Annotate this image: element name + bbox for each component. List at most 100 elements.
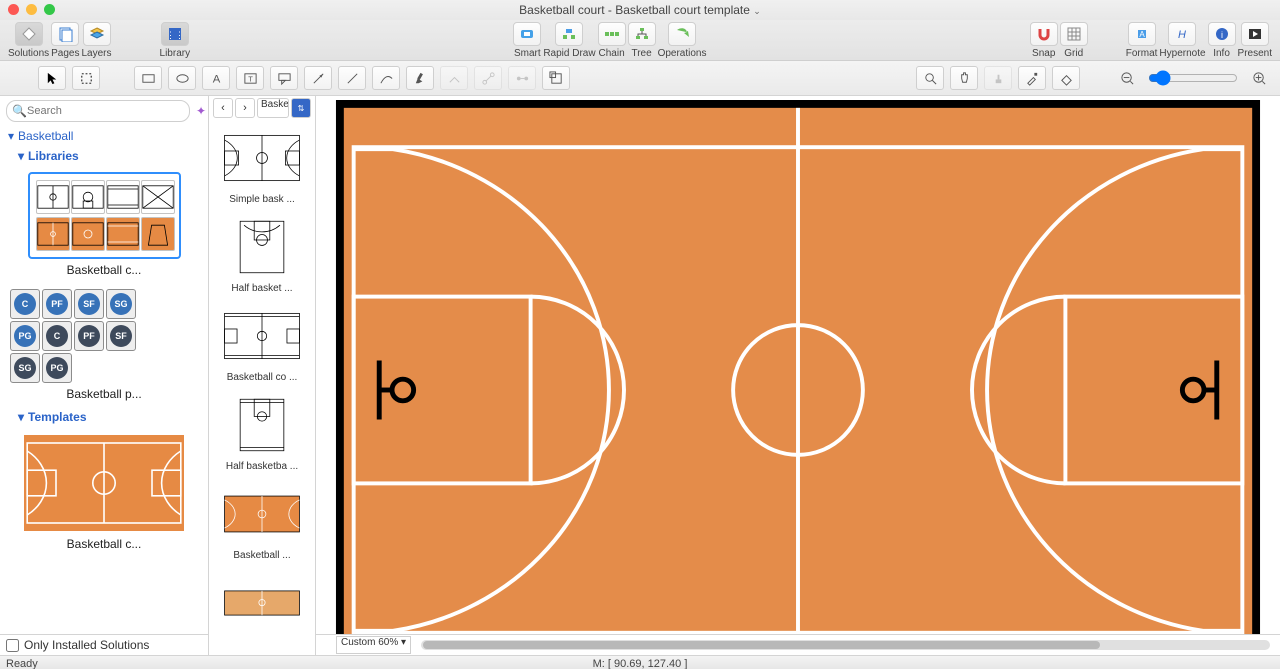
- canvas-area: Custom 60% ▾: [316, 96, 1280, 655]
- info-button[interactable]: i: [1208, 22, 1236, 46]
- library-button[interactable]: ⋮⋮: [161, 22, 189, 46]
- solutions-button[interactable]: [15, 22, 43, 46]
- snap-label: Snap: [1032, 48, 1055, 59]
- node-tool[interactable]: [508, 66, 536, 90]
- snap-button[interactable]: [1030, 22, 1058, 46]
- court-thumb: [36, 217, 70, 251]
- hypernote-button[interactable]: H: [1168, 22, 1196, 46]
- template-strip: ‹ › Basket... ⇅ Simple bask ... Half bas…: [209, 96, 316, 655]
- solutions-tree: ▾ Basketball ▾ Libraries Basketbal: [0, 126, 208, 634]
- pages-button[interactable]: [51, 22, 79, 46]
- template-item[interactable]: Simple bask ...: [213, 126, 311, 205]
- zoom-select[interactable]: Custom 60% ▾: [336, 636, 411, 654]
- present-button[interactable]: [1241, 22, 1269, 46]
- callout-tool[interactable]: [270, 66, 298, 90]
- layers-label: Layers: [82, 48, 112, 59]
- template-list[interactable]: Simple bask ... Half basket ... Basketba…: [209, 120, 315, 655]
- operations-label: Operations: [658, 48, 707, 59]
- solutions-sidebar: 🔍 ✦ ▾ Basketball ▾ Libraries: [0, 96, 209, 655]
- court-thumb: [36, 180, 70, 214]
- only-installed-checkbox[interactable]: [6, 639, 19, 652]
- nav-back-button[interactable]: ‹: [213, 98, 233, 118]
- format-button[interactable]: A: [1128, 22, 1156, 46]
- template-item[interactable]: Basketball co ...: [213, 304, 311, 383]
- stamp-tool[interactable]: [984, 66, 1012, 90]
- template-item[interactable]: Basketball ...: [213, 482, 311, 561]
- search-icon: 🔍: [12, 104, 27, 118]
- curve-tool[interactable]: [372, 66, 400, 90]
- rectangle-tool[interactable]: [134, 66, 162, 90]
- pin-icon[interactable]: ✦: [196, 104, 206, 118]
- close-icon[interactable]: [8, 4, 19, 15]
- court-thumb: [71, 180, 105, 214]
- template-court-block[interactable]: Basketball c...: [0, 427, 208, 557]
- arrow-tool[interactable]: [304, 66, 332, 90]
- pan-tool[interactable]: [950, 66, 978, 90]
- eraser-tool[interactable]: [1052, 66, 1080, 90]
- library-courts-label: Basketball c...: [10, 263, 198, 277]
- window-title[interactable]: Basketball court - Basketball court temp…: [519, 3, 761, 17]
- library-positions-block[interactable]: C PF SF SG PG C PF SF SG PG Basketball p…: [0, 283, 208, 407]
- minimize-icon[interactable]: [26, 4, 37, 15]
- tree-libraries[interactable]: ▾ Libraries: [0, 146, 208, 166]
- pen-tool[interactable]: [406, 66, 434, 90]
- canvas-viewport[interactable]: [316, 96, 1280, 634]
- search-input[interactable]: [6, 100, 190, 122]
- titlebar: Basketball court - Basketball court temp…: [0, 0, 1280, 20]
- template-court-label: Basketball c...: [10, 537, 198, 551]
- chain-label: Chain: [599, 48, 625, 59]
- rapid-draw-button[interactable]: [555, 22, 583, 46]
- tree-templates[interactable]: ▾ Templates: [0, 407, 208, 427]
- maximize-icon[interactable]: [44, 4, 55, 15]
- chain-button[interactable]: [598, 22, 626, 46]
- nav-forward-button[interactable]: ›: [235, 98, 255, 118]
- connector-tool[interactable]: [440, 66, 468, 90]
- info-label: Info: [1213, 48, 1230, 59]
- breadcrumb-stepper[interactable]: ⇅: [291, 98, 311, 118]
- main-toolbar: Solutions Pages Layers ⋮⋮ Library Smart …: [0, 20, 1280, 61]
- smart-label: Smart: [514, 48, 541, 59]
- court-thumb: [141, 180, 175, 214]
- library-label: Library: [160, 48, 191, 59]
- zoom-in-button[interactable]: [1246, 67, 1272, 89]
- template-thumb: [24, 433, 184, 533]
- layers-button[interactable]: [83, 22, 111, 46]
- operations-button[interactable]: [668, 22, 696, 46]
- position-chip: SG: [110, 293, 132, 315]
- zoom-out-button[interactable]: [1114, 67, 1140, 89]
- crop-tool[interactable]: [542, 66, 570, 90]
- pointer-tool[interactable]: [38, 66, 66, 90]
- position-chip: PF: [78, 325, 100, 347]
- template-item[interactable]: Half basket ...: [213, 215, 311, 294]
- pages-label: Pages: [51, 48, 79, 59]
- connector2-tool[interactable]: [474, 66, 502, 90]
- textbox-tool[interactable]: T: [236, 66, 264, 90]
- svg-text:A: A: [1139, 30, 1145, 39]
- tree-button[interactable]: [628, 22, 656, 46]
- zoom-tool[interactable]: [916, 66, 944, 90]
- eyedropper-tool[interactable]: [1018, 66, 1046, 90]
- library-positions-label: Basketball p...: [10, 387, 198, 401]
- only-installed-label: Only Installed Solutions: [24, 638, 149, 652]
- horizontal-scrollbar[interactable]: [421, 640, 1270, 650]
- position-chip: PG: [46, 357, 68, 379]
- template-item[interactable]: Half basketba ...: [213, 393, 311, 472]
- text-tool[interactable]: A: [202, 66, 230, 90]
- position-chip: C: [14, 293, 36, 315]
- position-chip: SF: [110, 325, 132, 347]
- zoom-slider[interactable]: [1148, 70, 1238, 86]
- breadcrumb-select[interactable]: Basket...: [257, 98, 289, 118]
- present-label: Present: [1238, 48, 1272, 59]
- solutions-label: Solutions: [8, 48, 49, 59]
- basketball-court-drawing[interactable]: [333, 100, 1263, 634]
- tree-basketball[interactable]: ▾ Basketball: [0, 126, 208, 146]
- smart-button[interactable]: [513, 22, 541, 46]
- position-chip: PG: [14, 325, 36, 347]
- grid-button[interactable]: [1060, 22, 1088, 46]
- template-item[interactable]: [213, 571, 311, 635]
- line-tool[interactable]: [338, 66, 366, 90]
- grid-label: Grid: [1064, 48, 1083, 59]
- marquee-tool[interactable]: [72, 66, 100, 90]
- ellipse-tool[interactable]: [168, 66, 196, 90]
- library-courts-block[interactable]: Basketball c...: [0, 166, 208, 283]
